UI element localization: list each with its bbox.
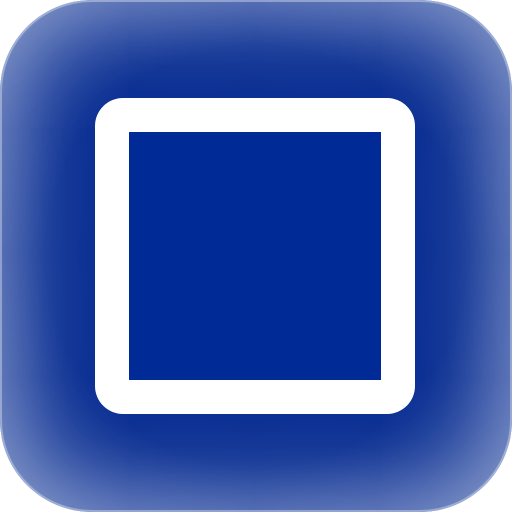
app-icon[interactable] [0,0,512,512]
square-fill [129,132,381,380]
square-icon [95,98,415,414]
icon-stage [0,0,512,512]
